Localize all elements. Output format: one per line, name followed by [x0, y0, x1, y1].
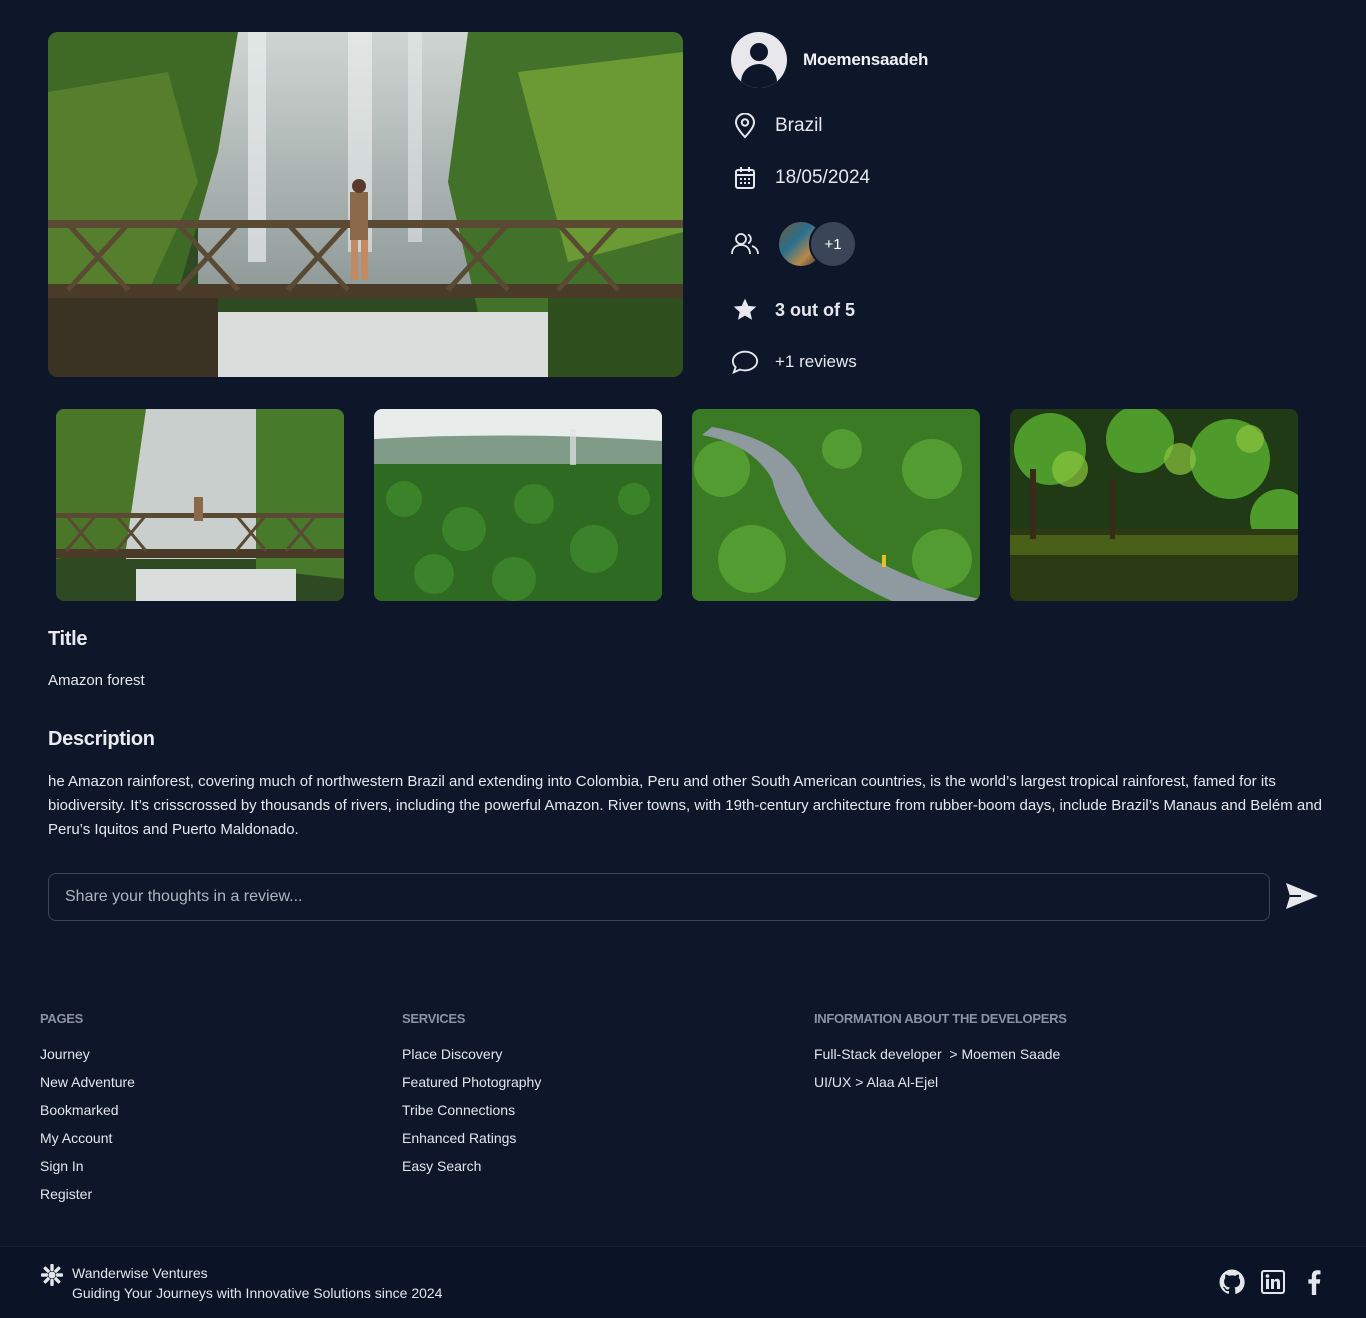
- footer-developer-uiux[interactable]: UI/UX > Alaa Al-Ejel: [814, 1073, 1067, 1101]
- brand-name: Wanderwise Ventures: [72, 1265, 208, 1281]
- chat-bubble-icon: [731, 348, 759, 376]
- date-text: 18/05/2024: [775, 167, 871, 188]
- linkedin-icon[interactable]: [1260, 1269, 1286, 1295]
- footer-link-place-discovery[interactable]: Place Discovery: [402, 1045, 541, 1073]
- footer-developers-heading: INFORMATION ABOUT THE DEVELOPERS: [814, 1011, 1067, 1026]
- description-heading: Description: [48, 728, 155, 750]
- tribe-more-badge[interactable]: +1: [809, 220, 857, 268]
- footer-link-new-adventure[interactable]: New Adventure: [40, 1073, 135, 1101]
- post-info-panel: Moemensaadeh Brazil 18/05/2024 +1 3 out …: [731, 32, 1291, 374]
- footer-link-register[interactable]: Register: [40, 1185, 135, 1213]
- reviews-row[interactable]: +1 reviews: [731, 348, 857, 376]
- footer-link-featured-photography[interactable]: Featured Photography: [402, 1073, 541, 1101]
- thumbnail-river[interactable]: [692, 409, 980, 601]
- review-input[interactable]: [48, 873, 1270, 921]
- rating-row: 3 out of 5: [731, 296, 855, 324]
- calendar-icon: [731, 164, 759, 192]
- description-value: he Amazon rainforest, covering much of n…: [48, 773, 1322, 838]
- footer-developer-fullstack[interactable]: Full-Stack developer > Moemen Saade: [814, 1045, 1067, 1073]
- footer-link-bookmarked[interactable]: Bookmarked: [40, 1101, 135, 1129]
- thumbnail-waterfall[interactable]: [56, 409, 344, 601]
- footer-link-my-account[interactable]: My Account: [40, 1129, 135, 1157]
- footer-link-enhanced-ratings[interactable]: Enhanced Ratings: [402, 1129, 541, 1157]
- brand-tagline: Guiding Your Journeys with Innovative So…: [72, 1285, 443, 1301]
- thumbnail-gallery: [56, 409, 1298, 601]
- github-icon[interactable]: [1219, 1269, 1245, 1295]
- title-heading: Title: [48, 628, 88, 650]
- facebook-icon[interactable]: [1301, 1269, 1327, 1295]
- location-row: Brazil: [731, 112, 823, 140]
- waterfall-bridge-image: [48, 32, 683, 377]
- footer-services-heading: SERVICES: [402, 1011, 466, 1026]
- brand-logo-icon: [40, 1263, 64, 1287]
- username[interactable]: Moemensaadeh: [803, 50, 928, 70]
- send-review-button[interactable]: [1284, 880, 1320, 916]
- reviews-link[interactable]: +1 reviews: [775, 352, 857, 372]
- tribe-avatars[interactable]: +1: [777, 220, 857, 268]
- tribe-row: +1: [731, 220, 857, 268]
- footer-services-column: SERVICES Place Discovery Featured Photog…: [402, 1011, 541, 1185]
- location-text: Brazil: [775, 115, 823, 136]
- footer-bottom-bar: Wanderwise Ventures Guiding Your Journey…: [0, 1246, 1366, 1318]
- footer-pages-heading: PAGES: [40, 1011, 84, 1026]
- footer-developers-column: INFORMATION ABOUT THE DEVELOPERS Full-St…: [814, 1011, 1067, 1101]
- thumbnail-aerial-forest[interactable]: [374, 409, 662, 601]
- footer-link-easy-search[interactable]: Easy Search: [402, 1157, 541, 1185]
- send-icon: [1285, 881, 1319, 916]
- main-photo-waterfall-bridge[interactable]: [48, 32, 683, 377]
- footer-link-journey[interactable]: Journey: [40, 1045, 135, 1073]
- footer-link-tribe-connections[interactable]: Tribe Connections: [402, 1101, 541, 1129]
- footer-link-sign-in[interactable]: Sign In: [40, 1157, 135, 1185]
- title-value: Amazon forest: [48, 672, 145, 689]
- star-icon: [731, 296, 759, 324]
- thumbnail-jungle-pond[interactable]: [1010, 409, 1298, 601]
- rating-text: 3 out of 5: [775, 299, 855, 320]
- footer-pages-column: PAGES Journey New Adventure Bookmarked M…: [40, 1011, 135, 1213]
- date-row: 18/05/2024: [731, 164, 870, 192]
- map-pin-icon: [731, 112, 759, 140]
- users-icon: [731, 230, 759, 258]
- user-avatar[interactable]: [731, 32, 787, 88]
- user-row[interactable]: Moemensaadeh: [731, 32, 1291, 88]
